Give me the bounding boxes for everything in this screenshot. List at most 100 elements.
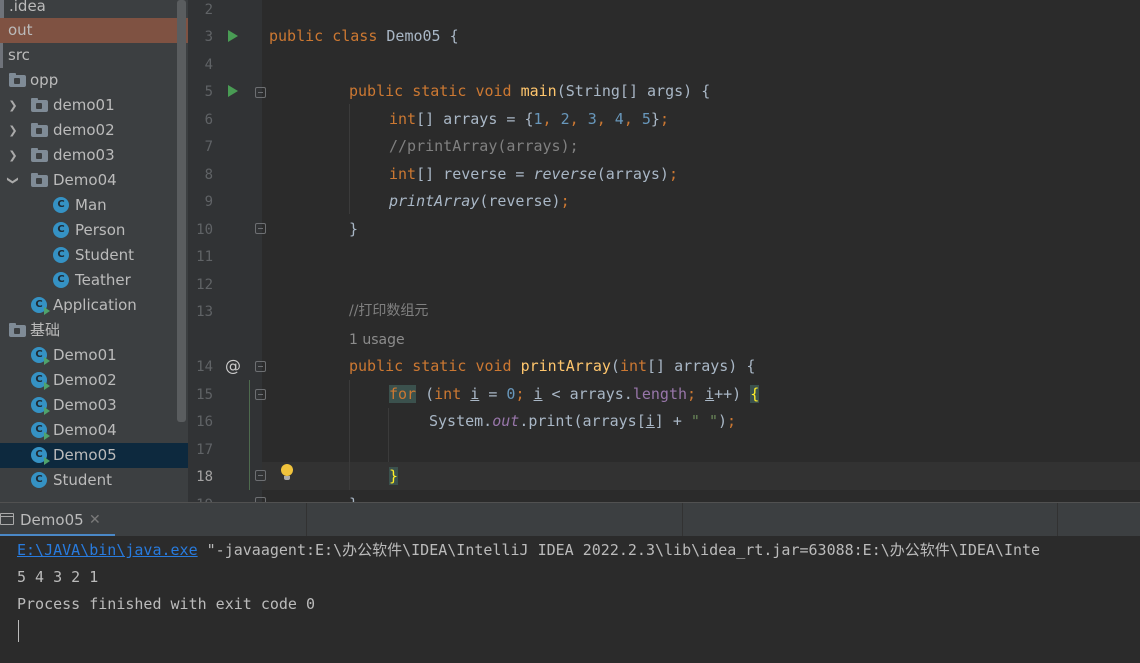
fold-icon[interactable]: [255, 389, 266, 400]
code-token: out: [492, 412, 520, 430]
class-icon: C: [53, 247, 69, 263]
package-folder-icon: [31, 98, 48, 112]
code-line-10: }: [349, 220, 359, 238]
console-caret: [18, 620, 19, 642]
close-icon[interactable]: ✕: [89, 503, 101, 537]
code-token: i: [470, 385, 480, 403]
tree-item-label: Man: [75, 196, 107, 214]
usage-inlay-hint[interactable]: 1 usage: [349, 326, 405, 354]
code-token: ,: [569, 110, 588, 128]
tree-item-student-class[interactable]: C Student: [0, 468, 188, 493]
tree-item-teather[interactable]: C Teather: [0, 268, 188, 293]
java-exe-link[interactable]: E:\JAVA\bin\java.exe: [17, 541, 198, 559]
class-icon: C: [53, 272, 69, 288]
tree-item-idea[interactable]: .idea: [0, 0, 188, 19]
tree-item-Demo04-package[interactable]: ❯ Demo04: [0, 168, 188, 193]
chevron-right-icon[interactable]: ❯: [7, 143, 19, 168]
tree-item-man[interactable]: C Man: [0, 193, 188, 218]
code-token: 2: [560, 110, 570, 128]
tree-item-label: Teather: [75, 271, 131, 289]
tree-item-demo01-class[interactable]: C Demo01: [0, 343, 188, 368]
console-command-args: "-javaagent:E:\办公软件\IDEA\IntelliJ IDEA 2…: [197, 541, 1041, 559]
code-editor[interactable]: 2 3 4 5 6 7 8 9 10 11 12 13 14 15 16 17 …: [188, 0, 1140, 502]
tree-item-label: Demo02: [53, 371, 117, 389]
toolbar-divider: [1057, 503, 1058, 537]
code-token: public: [349, 82, 404, 100]
class-icon: C: [53, 197, 69, 213]
code-token: System.: [429, 412, 493, 430]
runnable-class-icon: C: [31, 347, 50, 365]
console-output-line: 5 4 3 2 1: [17, 568, 99, 586]
tree-item-label: Demo05: [53, 446, 117, 464]
line-number: 8: [204, 167, 213, 183]
run-triangle-icon[interactable]: [228, 30, 238, 42]
package-folder-icon: [31, 148, 48, 162]
tree-item-label: Demo04: [53, 171, 117, 189]
code-line-3: public class Demo05 {: [269, 22, 459, 50]
folder-icon: [0, 43, 3, 68]
fold-icon[interactable]: [255, 223, 266, 234]
tree-item-student[interactable]: C Student: [0, 243, 188, 268]
tree-item-label: src: [8, 46, 30, 64]
run-tool-window-header: Demo05 ✕: [0, 502, 1140, 537]
code-line-7: //printArray(arrays);: [389, 137, 579, 155]
tree-item-demo02-class[interactable]: C Demo02: [0, 368, 188, 393]
tree-item-demo05-class[interactable]: C Demo05: [0, 443, 188, 468]
code-token: .print(arrays[: [519, 412, 646, 430]
line-number: 9: [204, 194, 213, 210]
lightbulb-icon[interactable]: [281, 464, 293, 480]
runnable-class-icon: C: [31, 297, 50, 315]
line-number: 7: [204, 139, 213, 155]
code-token: i: [645, 412, 655, 430]
tab-run-demo05[interactable]: Demo05 ✕: [0, 503, 115, 537]
code-token: i: [533, 385, 543, 403]
chevron-right-icon[interactable]: ❯: [7, 118, 19, 143]
package-folder-icon: [31, 123, 48, 137]
line-number: 10: [196, 222, 213, 238]
code-token: < arrays.: [542, 385, 633, 403]
run-triangle-icon[interactable]: [228, 85, 238, 97]
code-line-19: }: [349, 490, 358, 502]
tree-item-out[interactable]: out: [0, 18, 188, 43]
tree-item-demo03-class[interactable]: C Demo03: [0, 393, 188, 418]
run-console[interactable]: E:\JAVA\bin\java.exe "-javaagent:E:\办公软件…: [0, 536, 1140, 663]
tree-item-opp[interactable]: opp: [0, 68, 188, 93]
code-token: i: [705, 385, 715, 403]
chevron-down-icon[interactable]: ❯: [1, 175, 26, 187]
code-token: " ": [690, 412, 718, 430]
runnable-class-icon: C: [31, 422, 50, 440]
code-line-6: int[] arrays = {1, 2, 3, 4, 5};: [389, 105, 669, 133]
line-number: 18: [196, 469, 213, 485]
runnable-class-icon: C: [31, 372, 50, 390]
fold-icon[interactable]: [255, 87, 266, 98]
tree-item-jichu[interactable]: 基础: [0, 318, 188, 343]
line-number: 3: [204, 29, 213, 45]
code-token: Demo05 {: [386, 27, 459, 45]
tree-item-demo03[interactable]: ❯ demo03: [0, 143, 188, 168]
runnable-class-icon: C: [31, 397, 50, 415]
code-token: 5: [641, 110, 651, 128]
toolbar-divider: [306, 503, 307, 537]
fold-icon[interactable]: [255, 470, 266, 481]
fold-icon[interactable]: [255, 361, 266, 372]
code-line-5: public static void main(String[] args) {: [349, 77, 710, 105]
project-scrollbar[interactable]: [177, 0, 186, 422]
tree-item-demo02[interactable]: ❯ demo02: [0, 118, 188, 143]
tree-item-label: Person: [75, 221, 126, 239]
tree-item-src[interactable]: src: [0, 43, 188, 68]
line-number: 5: [204, 84, 213, 100]
tree-item-person[interactable]: C Person: [0, 218, 188, 243]
tree-item-demo01[interactable]: ❯ demo01: [0, 93, 188, 118]
code-token: reverse: [533, 165, 597, 183]
code-token: ,: [542, 110, 561, 128]
code-token: main: [520, 82, 557, 100]
code-token: }: [650, 110, 660, 128]
tree-item-application[interactable]: C Application: [0, 293, 188, 318]
at-icon[interactable]: @: [225, 352, 241, 380]
chevron-right-icon[interactable]: ❯: [7, 93, 19, 118]
tree-item-label: 基础: [30, 321, 61, 339]
indent-guide: [349, 380, 350, 490]
code-token: static: [412, 82, 467, 100]
tree-item-demo04-class[interactable]: C Demo04: [0, 418, 188, 443]
